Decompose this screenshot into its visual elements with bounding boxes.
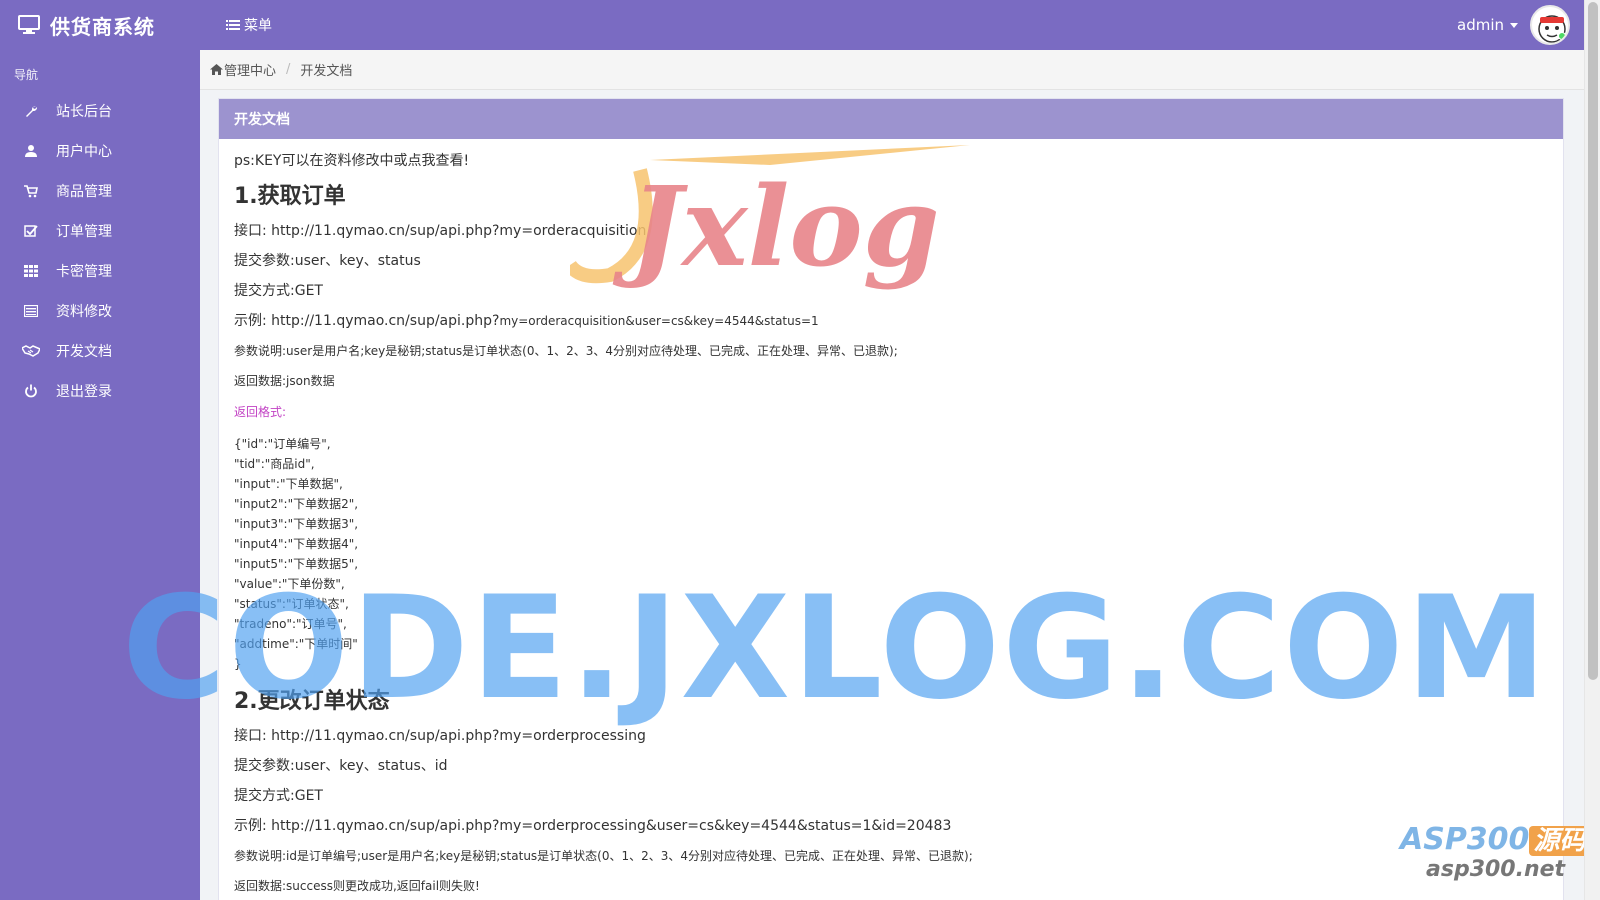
panel-body: ps:KEY可以在资料修改中或点我查看! 1.获取订单 接口: http://1… xyxy=(219,139,1563,900)
section-title-update-order: 2.更改订单状态 xyxy=(234,689,390,714)
json-line: "input":"下单数据", xyxy=(234,477,343,491)
example-main: http://11.qymao.cn/sup/api.php? xyxy=(271,313,500,329)
submit-params: 提交参数:user、key、status xyxy=(234,253,421,269)
sidebar-item-profile[interactable]: 资料修改 xyxy=(0,291,200,331)
json-line: {"id":"订单编号", xyxy=(234,437,331,451)
json-line: "addtime":"下单时间" xyxy=(234,637,358,651)
breadcrumb-current: 开发文档 xyxy=(300,64,353,79)
json-line: "tid":"商品id", xyxy=(234,457,315,471)
sidebar: 导航 站长后台 用户中心 商品管理 订单管理 卡密管理 资料修改 开发文档 退出… xyxy=(0,50,200,900)
api-label: 接口: xyxy=(234,223,267,239)
sidebar-item-products[interactable]: 商品管理 xyxy=(0,171,200,211)
sidebar-item-user-center[interactable]: 用户中心 xyxy=(0,131,200,171)
example-rest: my=orderacquisition&user=cs&key=4544&sta… xyxy=(499,314,819,328)
json-line: "input5":"下单数据5", xyxy=(234,557,359,571)
sidebar-item-orders[interactable]: 订单管理 xyxy=(0,211,200,251)
sidebar-item-label: 订单管理 xyxy=(56,224,112,240)
json-line: } xyxy=(234,657,242,671)
json-line: "input2":"下单数据2", xyxy=(234,497,359,511)
menu-icon xyxy=(226,20,240,30)
json-format-block: {"id":"订单编号", "tid":"商品id", "input":"下单数… xyxy=(234,434,1548,674)
example-label: 示例: xyxy=(234,313,267,329)
json-line: "value":"下单份数", xyxy=(234,577,345,591)
avatar-image-icon xyxy=(1538,15,1566,43)
json-line: "input3":"下单数据3", xyxy=(234,517,359,531)
monitor-icon xyxy=(18,15,40,34)
handshake-icon xyxy=(22,342,40,360)
user-icon xyxy=(22,142,40,160)
api-endpoint: 接口: http://11.qymao.cn/sup/api.php?my=or… xyxy=(234,728,1548,744)
grid-icon xyxy=(22,262,40,280)
online-status-dot xyxy=(1558,32,1566,40)
sidebar-item-label: 资料修改 xyxy=(56,304,112,320)
scrollbar-thumb[interactable] xyxy=(1588,2,1598,680)
panel-heading: 开发文档 xyxy=(219,99,1563,139)
api-endpoint: 接口: http://11.qymao.cn/sup/api.php?my=or… xyxy=(234,223,1548,239)
list-icon xyxy=(22,302,40,320)
submit-method: 提交方式:GET xyxy=(234,283,323,299)
home-icon xyxy=(210,64,223,75)
brand-title: 供货商系统 xyxy=(50,14,155,39)
json-line: "input4":"下单数据4", xyxy=(234,537,359,551)
api-url: http://11.qymao.cn/sup/api.php?my=orderp… xyxy=(271,728,646,744)
return-data: 返回数据:json数据 xyxy=(234,374,335,388)
sidebar-item-label: 退出登录 xyxy=(56,384,112,400)
section-title-get-orders: 1.获取订单 xyxy=(234,184,346,209)
key-note[interactable]: ps:KEY可以在资料修改中或点我查看! xyxy=(234,153,1548,169)
avatar[interactable] xyxy=(1530,5,1570,45)
user-name: admin xyxy=(1457,16,1504,34)
sidebar-item-label: 商品管理 xyxy=(56,184,112,200)
caret-down-icon xyxy=(1510,22,1518,28)
brand[interactable]: 供货商系统 xyxy=(0,0,200,50)
api-url: http://11.qymao.cn/sup/api.php?my=ordera… xyxy=(271,223,647,239)
param-explain: 参数说明:id是订单编号;user是用户名;key是秘钥;status是订单状态… xyxy=(234,849,973,863)
sidebar-item-cards[interactable]: 卡密管理 xyxy=(0,251,200,291)
breadcrumb: 管理中心 / 开发文档 xyxy=(200,50,1584,90)
submit-method: 提交方式:GET xyxy=(234,788,323,804)
breadcrumb-separator: / xyxy=(286,62,291,77)
sidebar-item-label: 卡密管理 xyxy=(56,264,112,280)
example-url: 示例: http://11.qymao.cn/sup/api.php?my=or… xyxy=(234,313,1548,329)
sidebar-item-dev-docs[interactable]: 开发文档 xyxy=(0,331,200,371)
checkbox-icon xyxy=(22,222,40,240)
sidebar-item-logout[interactable]: 退出登录 xyxy=(0,371,200,411)
return-data: 返回数据:success则更改成功,返回fail则失败! xyxy=(234,879,480,893)
sidebar-item-label: 开发文档 xyxy=(56,344,112,360)
user-dropdown[interactable]: admin xyxy=(1457,16,1518,34)
menu-label: 菜单 xyxy=(244,18,272,34)
api-label: 接口: xyxy=(234,728,267,744)
example-full: http://11.qymao.cn/sup/api.php?my=orderp… xyxy=(271,818,952,834)
breadcrumb-home-link[interactable]: 管理中心 xyxy=(224,60,276,79)
param-explain: 参数说明:user是用户名;key是秘钥;status是订单状态(0、1、2、3… xyxy=(234,344,898,358)
docs-panel: 开发文档 ps:KEY可以在资料修改中或点我查看! 1.获取订单 接口: htt… xyxy=(218,98,1564,900)
nav-title: 导航 xyxy=(14,68,39,82)
example-label: 示例: xyxy=(234,818,267,834)
return-format-label: 返回格式: xyxy=(234,405,287,419)
sidebar-item-label: 站长后台 xyxy=(56,104,112,120)
example-url: 示例: http://11.qymao.cn/sup/api.php?my=or… xyxy=(234,818,1548,834)
wrench-icon xyxy=(22,102,40,120)
sidebar-item-label: 用户中心 xyxy=(56,144,112,160)
json-line: "tradeno":"订单号", xyxy=(234,617,347,631)
top-header: 供货商系统 菜单 admin xyxy=(0,0,1584,50)
sidebar-item-admin[interactable]: 站长后台 xyxy=(0,91,200,131)
header-user-area: admin xyxy=(1457,5,1584,45)
cart-icon xyxy=(22,182,40,200)
menu-toggle-button[interactable]: 菜单 xyxy=(226,15,272,35)
json-line: "status":"订单状态", xyxy=(234,597,349,611)
power-icon xyxy=(22,382,40,400)
submit-params: 提交参数:user、key、status、id xyxy=(234,758,448,774)
page-scrollbar[interactable] xyxy=(1584,0,1600,900)
